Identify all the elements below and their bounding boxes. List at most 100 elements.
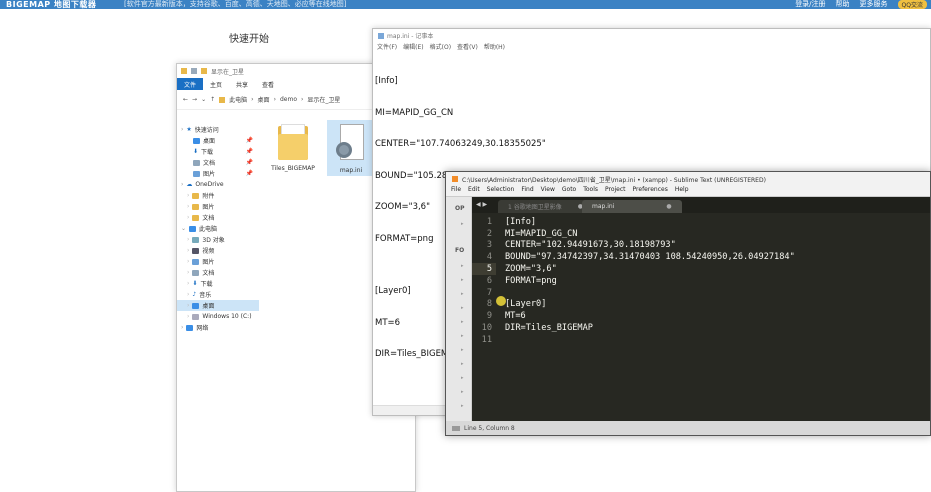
menu-help[interactable]: Help [675,186,689,196]
nav-item-documents-od[interactable]: › 文档 [177,212,259,223]
close-dot-icon[interactable]: ● [666,203,671,210]
menu-view[interactable]: View [541,186,555,196]
chevron-right-icon[interactable]: ▸ [461,319,464,325]
folder-icon [192,214,200,221]
menu-help[interactable]: 帮助(H) [484,42,505,52]
menu-edit[interactable]: 编辑(E) [403,42,423,52]
explorer-title: 显示在_卫星 [211,68,245,76]
tab-scroll-arrows-icon[interactable]: ◀ ▶ [476,201,487,208]
folder-icon [192,203,200,210]
video-icon [192,247,200,254]
nav-item-videos[interactable]: › 视频 [177,245,259,256]
menu-project[interactable]: Project [605,186,626,196]
login-link[interactable]: 登录/注册 [795,0,825,9]
breadcrumb-current[interactable]: 显示在_卫星 [307,95,340,104]
chevron-right-icon[interactable]: ▸ [461,347,464,353]
tab-map-ini[interactable]: map.ini ● [582,200,682,213]
nav-item-pictures-pc[interactable]: › 图片 [177,256,259,267]
sublime-text-window: C:\Users\Administrator\Desktop\demo\四川省_… [445,171,931,436]
settings-file-icon [334,122,368,164]
file-item-tiles-folder[interactable]: Tiles_BIGEMAP [269,120,317,176]
navigation-pane: › ★ 快速访问 桌面 📌 ⬇ 下载 📌 文档 📌 图片 📌 › ☁ OneDrive › 附件 ›… [177,124,259,333]
nav-quick-access[interactable]: › ★ 快速访问 [177,124,259,135]
nav-item-desktop-pc[interactable]: › 桌面 [177,300,259,311]
menu-goto[interactable]: Goto [562,186,576,196]
nav-network[interactable]: › 网络 [177,322,259,333]
chevron-right-icon[interactable]: ▸ [461,361,464,367]
menu-view[interactable]: 查看(V) [457,42,478,52]
code-editor[interactable]: 1 [Info] 2 MI=MAPID_GG_CN 3 CENTER="102.944… [472,213,930,421]
sublime-logo-icon [452,176,458,182]
chevron-right-icon[interactable]: ▸ [461,263,464,269]
chevron-right-icon[interactable]: ▸ [461,277,464,283]
nav-item-desktop[interactable]: 桌面 📌 [177,135,259,146]
pin-icon: 📌 [245,159,253,166]
breadcrumb-this-pc[interactable]: 此电脑 [229,95,247,104]
chevron-down-icon[interactable]: ⌄ [201,96,206,103]
qq-badge[interactable]: QQ交流 [897,0,927,9]
chevron-right-icon[interactable]: ▸ [461,333,464,339]
download-icon: ⬇ [192,280,198,287]
breadcrumb-desktop[interactable]: 桌面 [258,95,270,104]
more-link[interactable]: 更多服务 [860,0,888,9]
document-icon [193,159,200,166]
nav-this-pc[interactable]: ⌄ 此电脑 [177,223,259,234]
star-icon: ★ [186,126,192,133]
desktop-icon [193,137,200,144]
back-arrow-icon[interactable]: ← [183,96,188,103]
app-header: BIGEMAP 地图下载器 [软件官方最新版本，支持谷歌、百度、高德、天地图、必… [0,0,931,9]
nav-item-drive-c[interactable]: › Windows 10 (C:) [177,311,259,322]
chevron-right-icon[interactable]: ▸ [461,389,464,395]
up-arrow-icon[interactable]: ↑ [210,96,215,103]
ribbon-tab-view[interactable]: 查看 [255,78,281,90]
ribbon-tab-file[interactable]: 文件 [177,78,204,90]
new-folder-icon [201,68,207,74]
nav-item-pictures-od[interactable]: › 图片 [177,201,259,212]
chevron-right-icon[interactable]: ▸ [461,291,464,297]
nav-item-documents[interactable]: 文档 📌 [177,157,259,168]
nav-item-documents-pc[interactable]: › 文档 [177,267,259,278]
code-line: 10 DIR=Tiles_BIGEMAP [481,323,593,334]
nav-item-3d[interactable]: › 3D 对象 [177,234,259,245]
chevron-right-icon[interactable]: ▸ [461,403,464,409]
chevron-right-icon[interactable]: ▸ [461,375,464,381]
tab-other-file[interactable]: 1 谷歌地图卫星影像 ● [498,200,593,213]
horizontal-scrollbar[interactable] [373,405,447,415]
menu-selection[interactable]: Selection [487,186,515,196]
text-line: CENTER="107.74063249,30.18355025" [375,139,546,149]
file-item-map-ini[interactable]: map.ini [327,120,375,176]
cube-icon [192,236,200,243]
save-icon [191,68,197,74]
sublime-sidebar[interactable]: OP FO ▸ ▸ ▸ ▸ ▸ ▸ ▸ ▸ ▸ ▸ ▸ ▸ [446,197,472,423]
ribbon-tab-share[interactable]: 共享 [229,78,255,90]
slogan: [软件官方最新版本，支持谷歌、百度、高德、天地图、必应等在线地图] [124,0,347,8]
code-line: 9 MT=6 [486,311,526,322]
nav-item-downloads-pc[interactable]: › ⬇ 下载 [177,278,259,289]
ribbon-tab-home[interactable]: 主页 [203,78,229,90]
menu-tools[interactable]: Tools [583,186,598,196]
menu-file[interactable]: File [451,186,461,196]
menu-find[interactable]: Find [521,186,533,196]
menu-file[interactable]: 文件(F) [377,42,397,52]
nav-item-downloads[interactable]: ⬇ 下载 📌 [177,146,259,157]
nav-item-attachments[interactable]: › 附件 [177,190,259,201]
pin-icon: 📌 [245,148,253,155]
pin-icon: 📌 [245,170,253,177]
breadcrumb-demo[interactable]: demo [280,96,297,103]
nav-item-pictures[interactable]: 图片 📌 [177,168,259,179]
chevron-right-icon[interactable]: ▸ [461,305,464,311]
header-actions: 登录/注册 帮助 更多服务 QQ交流 [795,0,927,9]
help-link[interactable]: 帮助 [836,0,850,9]
chevron-right-icon[interactable]: ▸ [461,221,464,227]
cloud-icon: ☁ [186,181,193,188]
download-icon: ⬇ [193,148,199,155]
nav-onedrive[interactable]: › ☁ OneDrive [177,179,259,190]
menu-edit[interactable]: Edit [468,186,480,196]
nav-item-music[interactable]: › ♪ 音乐 [177,289,259,300]
notepad-icon [378,32,384,39]
network-icon [186,324,194,331]
monitor-icon[interactable] [452,425,460,431]
forward-arrow-icon[interactable]: → [192,96,197,103]
menu-preferences[interactable]: Preferences [633,186,668,196]
menu-format[interactable]: 格式(O) [430,42,451,52]
